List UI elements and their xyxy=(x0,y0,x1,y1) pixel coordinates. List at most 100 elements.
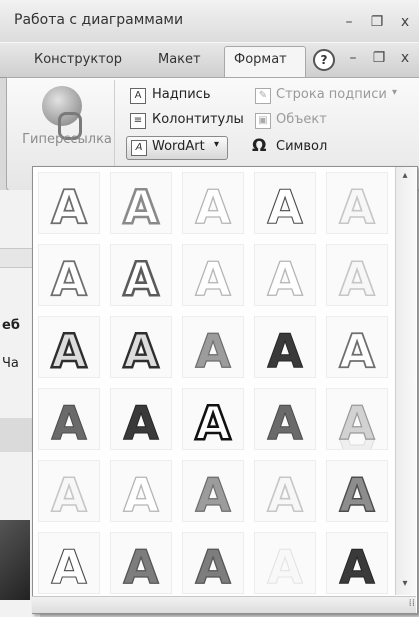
wordart-style-reflection[interactable]: AA xyxy=(326,388,388,450)
wordart-glyph: A xyxy=(51,396,87,449)
scroll-up-arrow-icon[interactable]: ▴ xyxy=(397,170,413,186)
wordart-style-outline-faint[interactable]: A xyxy=(254,460,316,522)
wordart-style-gradient-gray[interactable]: A xyxy=(182,460,244,522)
wordart-style-solid-dark[interactable]: A xyxy=(110,388,172,450)
wordart-preview-icon: A xyxy=(338,323,376,377)
scroll-down-arrow-icon[interactable]: ▾ xyxy=(397,578,413,594)
wordart-style-outline-light[interactable]: A xyxy=(110,460,172,522)
wordart-preview-icon: AA xyxy=(339,395,376,449)
ribbon-restore-button[interactable]: ❐ xyxy=(368,50,390,70)
wordart-preview-icon: A xyxy=(267,179,304,233)
wordart-glyph: A xyxy=(339,468,375,521)
wordart-preview-icon: A xyxy=(194,395,233,449)
wordart-glyph: A xyxy=(123,252,159,305)
wordart-preview-icon: A xyxy=(195,323,232,377)
wordart-preview-icon: A xyxy=(267,251,304,305)
wordart-style-outline-bold[interactable]: A xyxy=(110,244,172,306)
wordart-style-solid-gray[interactable]: A xyxy=(38,388,100,450)
wordart-glyph: A xyxy=(195,540,231,593)
ribbon-minimize-button[interactable]: – xyxy=(342,50,364,70)
wordart-preview-icon: A xyxy=(50,179,88,233)
wordart-glyph: A xyxy=(267,252,303,305)
wordart-glyph: A xyxy=(339,180,375,233)
wordart-preview-icon: A xyxy=(195,179,232,233)
wordart-style-solid-dark[interactable]: A xyxy=(254,316,316,378)
wordart-glyph: A xyxy=(123,324,159,377)
wordart-style-outline-light[interactable]: A xyxy=(254,244,316,306)
wordart-style-outline-faint[interactable]: A xyxy=(326,244,388,306)
wordart-preview-icon: A xyxy=(339,540,376,594)
gallery-resize-bar[interactable] xyxy=(32,596,416,613)
ribbon-close-button[interactable]: x xyxy=(394,50,416,70)
wordart-style-outline-black[interactable]: A xyxy=(182,388,244,450)
wordart-style-gradient-dark[interactable]: A xyxy=(182,532,244,594)
wordart-style-gradient-dark[interactable]: A xyxy=(110,532,172,594)
signature-icon: ✎ xyxy=(255,88,271,104)
resize-grip-icon[interactable]: ⁞⁞ xyxy=(403,598,415,610)
document-text-fragment: еб xyxy=(2,318,20,333)
tab-format[interactable]: Формат xyxy=(234,52,287,67)
wordart-glyph: A xyxy=(267,540,303,593)
wordart-preview-icon: A xyxy=(267,324,304,378)
contextual-tab-title: Работа с диаграммами xyxy=(14,12,184,28)
wordart-style-outline-gray[interactable]: A xyxy=(38,172,100,234)
wordart-preview-icon: A xyxy=(51,396,88,450)
wordart-style-outline-faint[interactable]: A xyxy=(38,460,100,522)
wordart-preview-icon: A xyxy=(51,539,88,593)
object-button[interactable]: Объект xyxy=(276,112,327,127)
wordart-style-outline-gradient[interactable]: A xyxy=(110,172,172,234)
window-minimize-button[interactable]: – xyxy=(338,14,360,34)
wordart-glyph: A xyxy=(195,324,231,377)
wordart-glyph: A xyxy=(339,324,375,377)
wordart-label: WordArt xyxy=(152,139,205,154)
window-close-button[interactable]: x xyxy=(394,14,416,34)
hyperlink-label: Гиперссылка xyxy=(22,132,112,147)
wordart-preview-icon: A xyxy=(267,539,304,593)
wordart-preview-icon: A xyxy=(266,467,304,521)
wordart-style-outline-light[interactable]: A xyxy=(182,244,244,306)
wordart-icon: A xyxy=(131,140,147,156)
wordart-glyph: A xyxy=(339,540,375,593)
wordart-glyph: A xyxy=(267,324,303,377)
gallery-scrollbar[interactable] xyxy=(395,167,416,595)
wordart-glyph: A xyxy=(267,180,303,233)
signature-line-button[interactable]: Строка подписи xyxy=(276,87,387,102)
wordart-glyph: A xyxy=(123,180,159,233)
symbol-button[interactable]: Символ xyxy=(276,139,327,154)
signature-dropdown-icon[interactable]: ▾ xyxy=(392,87,397,98)
wordart-style-shadow-dark[interactable]: A xyxy=(326,460,388,522)
wordart-style-solid-dark[interactable]: A xyxy=(326,532,388,594)
header-footer-button[interactable]: Колонтитулы xyxy=(152,112,244,127)
tab-constructor[interactable]: Конструктор xyxy=(34,52,122,67)
wordart-preview-icon: A xyxy=(50,251,88,305)
tab-layout[interactable]: Макет xyxy=(158,52,201,67)
object-icon: ▣ xyxy=(255,113,271,129)
wordart-style-outline-light[interactable]: A xyxy=(182,172,244,234)
wordart-preview-icon: A xyxy=(122,323,160,377)
wordart-style-outline-gray[interactable]: A xyxy=(38,244,100,306)
wordart-style-outline-faint[interactable]: A xyxy=(326,172,388,234)
chart-fragment xyxy=(0,520,30,600)
wordart-preview-icon: A xyxy=(338,467,375,521)
omega-icon: Ω xyxy=(252,136,267,156)
wordart-style-solid-gray[interactable]: A xyxy=(254,388,316,450)
wordart-preview-icon: A xyxy=(123,467,160,521)
wordart-glyph: A xyxy=(267,396,303,449)
wordart-style-outline-gray[interactable]: A xyxy=(326,316,388,378)
wordart-style-outline-thin[interactable]: A xyxy=(38,532,100,594)
help-icon[interactable]: ? xyxy=(313,49,335,71)
wordart-style-gradient-gray[interactable]: A xyxy=(182,316,244,378)
wordart-preview-icon: A xyxy=(122,251,161,305)
header-footer-icon: ≡ xyxy=(130,113,146,129)
wordart-style-outline-thin[interactable]: A xyxy=(254,172,316,234)
wordart-preview-icon: A xyxy=(338,179,376,233)
wordart-style-bevel-dark[interactable]: A xyxy=(38,316,100,378)
wordart-glyph-reflection: A xyxy=(339,428,375,449)
window-restore-button[interactable]: ❐ xyxy=(366,14,388,34)
wordart-glyph: A xyxy=(51,324,87,377)
textbox-button[interactable]: Надпись xyxy=(152,87,211,102)
wordart-style-ghost[interactable]: A xyxy=(254,532,316,594)
wordart-glyph: A xyxy=(339,252,375,305)
document-text-fragment: Ча xyxy=(2,356,19,371)
wordart-style-bevel-dark[interactable]: A xyxy=(110,316,172,378)
